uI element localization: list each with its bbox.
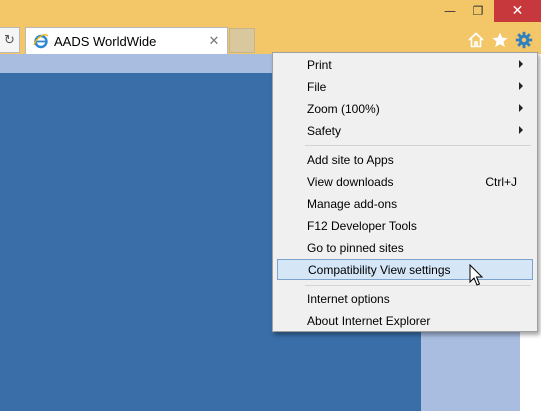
star-icon[interactable] [489,29,511,51]
ie-icon [33,33,49,49]
new-tab-button[interactable] [229,28,255,53]
submenu-arrow-icon [519,60,523,68]
menu-item-label: Internet options [307,291,390,306]
submenu-arrow-icon [519,104,523,112]
mouse-pointer-icon [469,263,485,288]
menu-item-print[interactable]: Print [277,54,533,75]
menu-item-zoom[interactable]: Zoom (100%) [277,98,533,119]
menu-item-manage-add-ons[interactable]: Manage add-ons [277,193,533,214]
menu-item-label: Safety [307,123,342,138]
menu-separator [305,145,531,146]
menu-item-compatibility-view-settings[interactable]: Compatibility View settings [277,259,533,280]
menu-item-file[interactable]: File [277,76,533,97]
refresh-icon: ↻ [4,32,15,48]
menu-item-label: Print [307,57,332,72]
menu-item-label: About Internet Explorer [307,313,431,328]
menu-item-go-to-pinned-sites[interactable]: Go to pinned sites [277,237,533,258]
submenu-arrow-icon [519,126,523,134]
menu-item-label: F12 Developer Tools [307,218,417,233]
menu-item-view-downloads[interactable]: View downloads Ctrl+J [277,171,533,192]
restore-button[interactable]: ❐ [464,0,492,22]
gear-icon[interactable] [513,29,535,51]
menu-item-label: File [307,79,327,94]
title-bar: — ❐ ✕ [0,0,541,24]
close-button[interactable]: ✕ [494,0,541,22]
minimize-button[interactable]: — [436,0,464,22]
tab-title: AADS WorldWide [54,33,157,49]
menu-item-label: Zoom (100%) [307,101,380,116]
submenu-arrow-icon [519,82,523,90]
menu-separator [305,285,531,286]
menu-item-add-site-to-apps[interactable]: Add site to Apps [277,149,533,170]
menu-item-label: Add site to Apps [307,152,394,167]
menu-item-safety[interactable]: Safety [277,120,533,141]
menu-item-label: Go to pinned sites [307,240,404,255]
menu-item-about-internet-explorer[interactable]: About Internet Explorer [277,310,533,331]
tab-close-icon[interactable]: ✕ [205,34,223,49]
refresh-button[interactable]: ↻ [0,27,20,53]
menu-item-shortcut: Ctrl+J [485,174,517,189]
menu-item-label: Manage add-ons [307,196,398,211]
menu-item-f12-developer-tools[interactable]: F12 Developer Tools [277,215,533,236]
tools-menu: Print File Zoom (100%) Safety Add site t… [272,52,538,332]
menu-item-internet-options[interactable]: Internet options [277,288,533,309]
menu-item-label: Compatibility View settings [308,262,451,277]
home-icon[interactable] [465,29,487,51]
browser-tab[interactable]: AADS WorldWide ✕ [25,27,228,54]
menu-item-label: View downloads [307,174,394,189]
